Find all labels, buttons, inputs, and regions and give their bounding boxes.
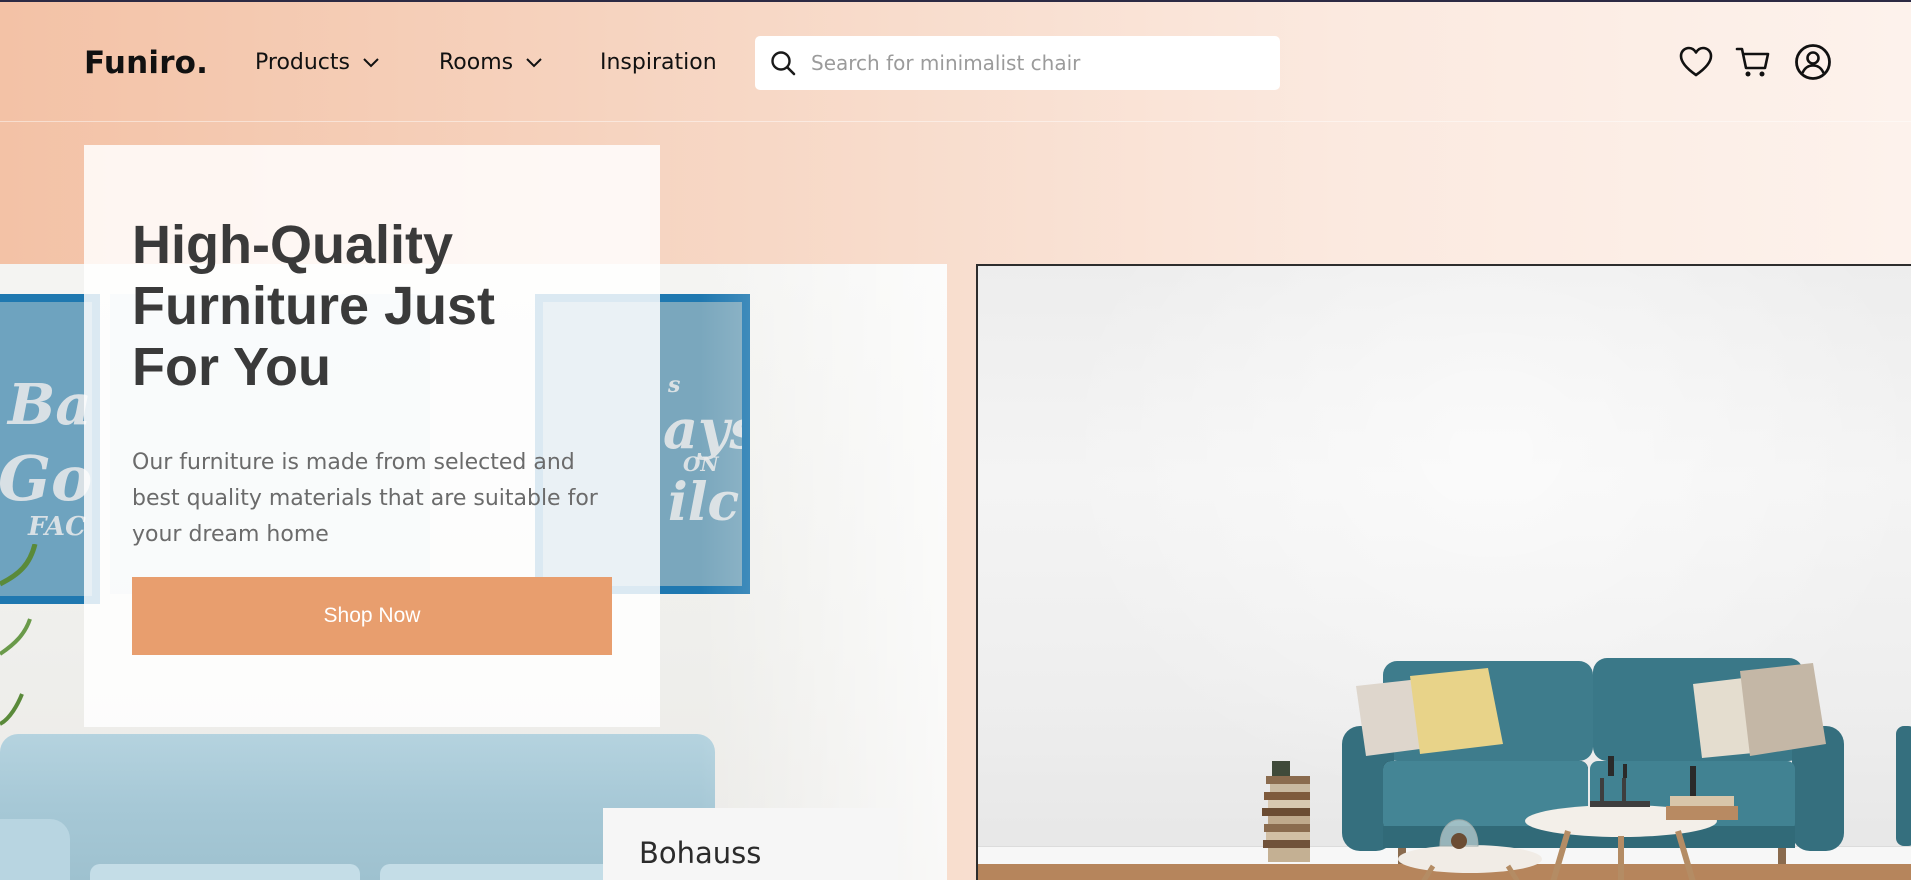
nav-inspiration[interactable]: Inspiration xyxy=(600,50,717,75)
nav-products[interactable]: Products xyxy=(255,50,380,75)
wall-highlight xyxy=(700,264,947,880)
site-header: Funiro. Products Rooms Inspiration xyxy=(0,2,1911,122)
hero-description: Our furniture is made from selected and … xyxy=(132,450,598,547)
nav-rooms-label: Rooms xyxy=(439,50,514,75)
book-stack xyxy=(1262,761,1310,862)
hero-title-line: Furniture Just xyxy=(132,276,496,336)
plant-decoration xyxy=(0,544,38,726)
featured-product-card[interactable]: Bohauss xyxy=(603,808,898,880)
cart-button[interactable] xyxy=(1733,42,1773,82)
living-room-illustration xyxy=(1262,658,1911,880)
featured-product-name: Bohauss xyxy=(639,836,762,870)
hero-image-right xyxy=(976,264,1911,880)
cart-icon xyxy=(1735,47,1770,77)
hero-card: High-Quality Furniture Just For You Our … xyxy=(84,145,660,727)
chevron-down-icon xyxy=(526,57,542,67)
sofa-cushion xyxy=(380,864,620,880)
search-input[interactable] xyxy=(811,51,1251,75)
nav-inspiration-label: Inspiration xyxy=(600,50,717,75)
wishlist-button[interactable] xyxy=(1676,42,1716,82)
search-icon[interactable] xyxy=(769,49,797,77)
hero-title: High-Quality Furniture Just For You xyxy=(132,215,552,398)
hero-title-line: For You xyxy=(132,337,331,397)
sofa-cushion xyxy=(90,864,360,880)
search-bar xyxy=(755,36,1280,90)
nav-rooms[interactable]: Rooms xyxy=(439,50,543,75)
hero-title-line: High-Quality xyxy=(132,215,453,275)
account-button[interactable] xyxy=(1793,42,1833,82)
brand-logo[interactable]: Funiro. xyxy=(84,45,208,81)
chevron-down-icon xyxy=(363,57,379,67)
user-circle-icon xyxy=(1795,44,1831,80)
nav-products-label: Products xyxy=(255,50,350,75)
shop-now-button[interactable]: Shop Now xyxy=(132,577,612,655)
sofa-arm xyxy=(0,819,70,880)
heart-icon xyxy=(1679,46,1713,77)
